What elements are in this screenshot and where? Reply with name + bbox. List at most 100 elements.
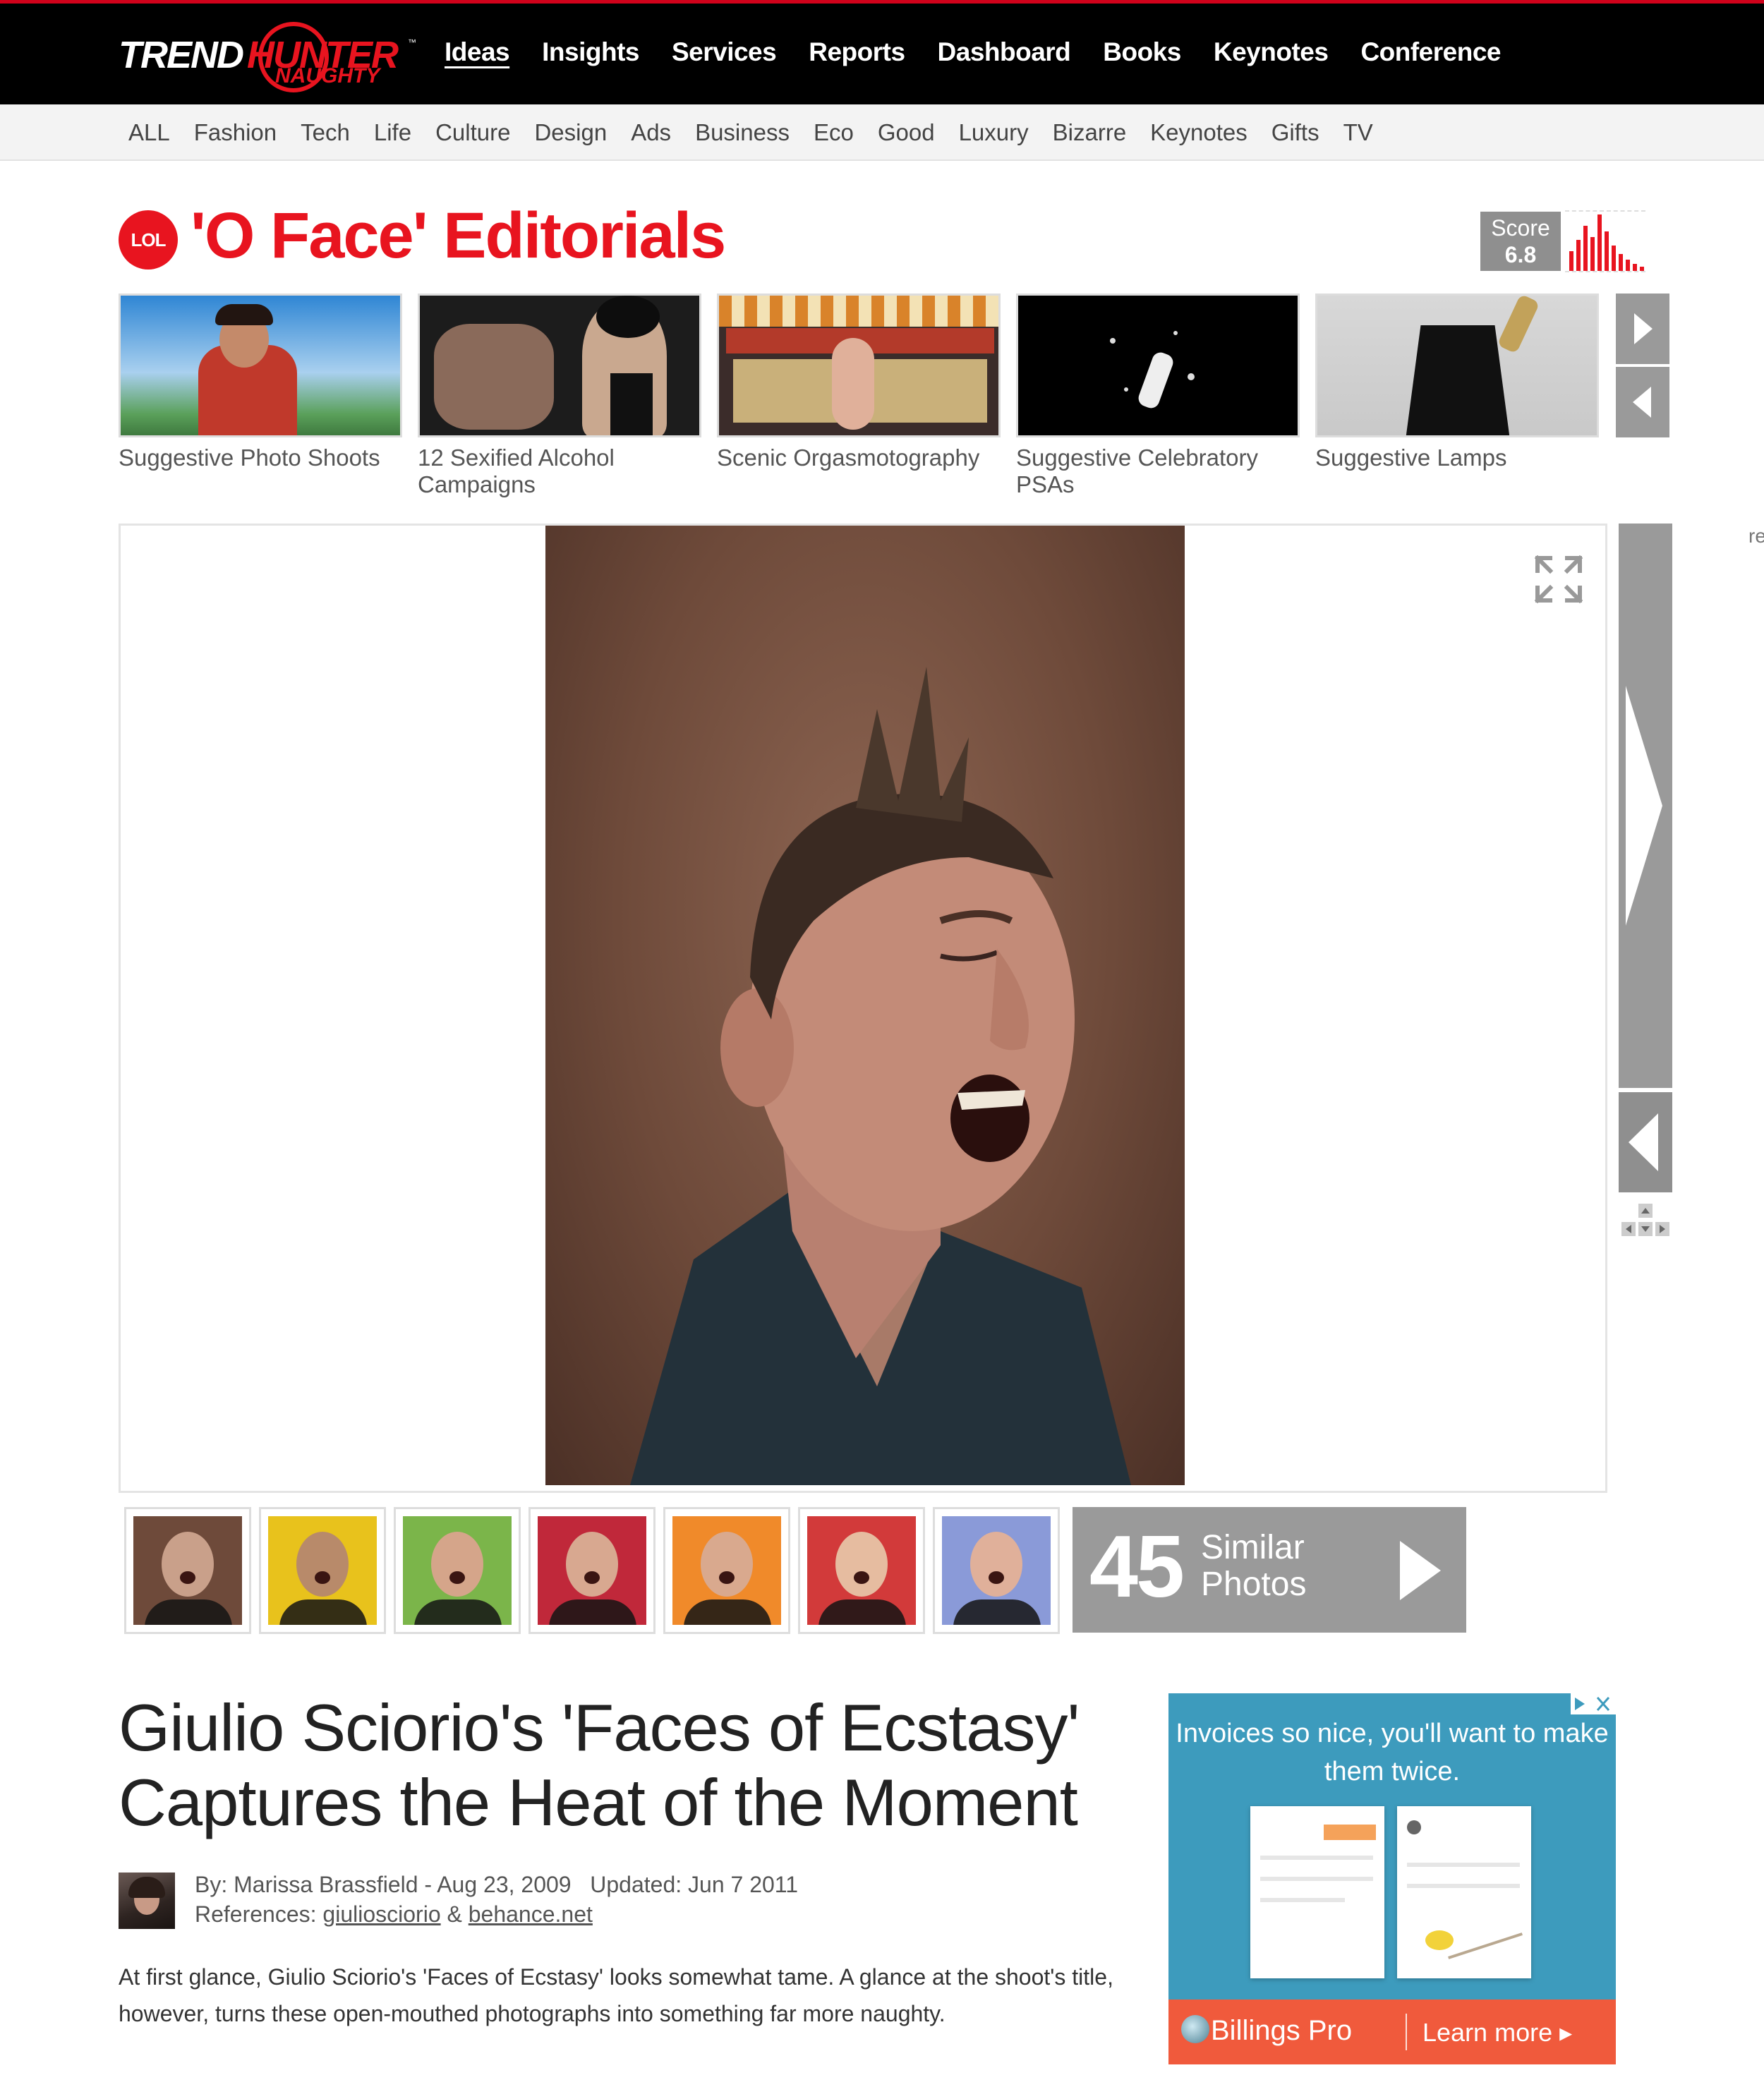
similar-photo-thumbnail[interactable] <box>798 1507 925 1634</box>
category-tv[interactable]: TV <box>1343 119 1373 146</box>
ad-learn-more-link[interactable]: Learn more ▸ <box>1422 2018 1572 2047</box>
main-photo[interactable] <box>545 526 1185 1485</box>
nav-ideas[interactable]: Ideas <box>445 37 510 67</box>
nav-reports[interactable]: Reports <box>809 37 905 67</box>
category-nav: ALL Fashion Tech Life Culture Design Ads… <box>128 104 1397 161</box>
category-all[interactable]: ALL <box>128 119 170 146</box>
score-histogram-bar <box>1576 240 1581 271</box>
logo-text-trend: TREND <box>119 34 244 76</box>
score-histogram-bar <box>1597 214 1602 271</box>
related-item[interactable]: Scenic Orgasmotography <box>717 294 1001 471</box>
score-histogram-bar <box>1633 264 1637 271</box>
related-thumbnail[interactable] <box>1016 294 1300 437</box>
category-life[interactable]: Life <box>374 119 411 146</box>
score-histogram-bar <box>1583 226 1588 271</box>
category-culture[interactable]: Culture <box>435 119 510 146</box>
main-nav: Ideas Insights Services Reports Dashboar… <box>445 4 1533 101</box>
clipped-edge-text: re <box>1748 525 1764 547</box>
category-business[interactable]: Business <box>695 119 790 146</box>
category-eco[interactable]: Eco <box>814 119 854 146</box>
related-thumbnail[interactable] <box>717 294 1001 437</box>
score-label: Score <box>1491 215 1550 241</box>
page-title: 'O Face' Editorials <box>191 200 726 272</box>
references-separator: & <box>447 1901 462 1927</box>
related-trends-strip: Suggestive Photo Shoots 12 Sexified Alco… <box>119 294 1607 498</box>
similar-photo-thumbnail[interactable] <box>663 1507 790 1634</box>
keyboard-arrows-icon <box>1621 1204 1669 1236</box>
next-photo-button[interactable] <box>1619 524 1672 1088</box>
next-arrow-icon <box>1626 686 1662 926</box>
author-avatar[interactable] <box>119 1873 175 1929</box>
ad-footer[interactable]: Billings Pro Learn more ▸ <box>1168 2000 1616 2064</box>
category-design[interactable]: Design <box>534 119 607 146</box>
similar-photo-thumbnail[interactable] <box>259 1507 386 1634</box>
related-item[interactable]: Suggestive Lamps <box>1315 294 1599 471</box>
similar-label-2: Photos <box>1201 1566 1307 1603</box>
reference-link-behance[interactable]: behance.net <box>469 1901 593 1927</box>
category-bizarre[interactable]: Bizarre <box>1053 119 1127 146</box>
related-item[interactable]: Suggestive Celebratory PSAs <box>1016 294 1300 498</box>
category-fashion[interactable]: Fashion <box>194 119 277 146</box>
score-histogram-bar <box>1569 251 1573 271</box>
related-label[interactable]: Scenic Orgasmotography <box>717 444 1001 471</box>
ad-invoice-image <box>1250 1806 1384 1978</box>
ad-invoice-image-2 <box>1397 1806 1531 1978</box>
related-label[interactable]: Suggestive Photo Shoots <box>119 444 402 471</box>
similar-count: 45 <box>1089 1518 1185 1616</box>
play-icon <box>1400 1541 1441 1600</box>
category-gifts[interactable]: Gifts <box>1271 119 1319 146</box>
related-thumbnail[interactable] <box>1315 294 1599 437</box>
score-histogram-bar <box>1640 267 1644 271</box>
related-thumbnail[interactable] <box>418 294 701 437</box>
lol-badge[interactable]: LOL <box>119 210 178 270</box>
trend-hunter-logo[interactable]: TREND HUNTER NAUGHTY ™ <box>119 19 416 92</box>
score-histogram-bar <box>1626 260 1630 271</box>
reference-link-giuliosciorio[interactable]: giuliosciorio <box>322 1901 440 1927</box>
nav-conference[interactable]: Conference <box>1360 37 1501 67</box>
related-item[interactable]: Suggestive Photo Shoots <box>119 294 402 471</box>
score-histogram-bar <box>1605 231 1609 271</box>
next-arrow-icon <box>1634 313 1653 344</box>
top-navigation-bar: TREND HUNTER NAUGHTY ™ Ideas Insights Se… <box>0 0 1764 104</box>
similar-photo-thumbnail[interactable] <box>124 1507 251 1634</box>
category-bar: ALL Fashion Tech Life Culture Design Ads… <box>0 104 1764 161</box>
ad-divider <box>1406 2014 1407 2050</box>
category-luxury[interactable]: Luxury <box>959 119 1029 146</box>
similar-photo-thumbnail[interactable] <box>933 1507 1060 1634</box>
ad-choices-icon[interactable] <box>1571 1693 1616 1714</box>
logo-trademark: ™ <box>408 37 416 47</box>
category-tech[interactable]: Tech <box>301 119 350 146</box>
score-histogram <box>1565 210 1645 272</box>
nav-services[interactable]: Services <box>672 37 777 67</box>
related-thumbnail[interactable] <box>119 294 402 437</box>
related-label[interactable]: 12 Sexified Alcohol Campaigns <box>418 444 701 498</box>
photo-viewer <box>119 524 1607 1493</box>
similar-photo-thumbnail[interactable] <box>394 1507 521 1634</box>
nav-insights[interactable]: Insights <box>542 37 639 67</box>
prev-arrow-icon <box>1629 1113 1658 1171</box>
similar-photos-button[interactable]: 45 Similar Photos <box>1073 1507 1466 1633</box>
expand-icon[interactable] <box>1533 554 1584 605</box>
byline-author-date: By: Marissa Brassfield - Aug 23, 2009 Up… <box>195 1872 799 1897</box>
related-label[interactable]: Suggestive Celebratory PSAs <box>1016 444 1300 498</box>
similar-label: Similar <box>1201 1529 1305 1566</box>
nav-books[interactable]: Books <box>1103 37 1181 67</box>
category-keynotes[interactable]: Keynotes <box>1150 119 1248 146</box>
references-label: References: <box>195 1901 317 1927</box>
score-histogram-bar <box>1619 254 1623 271</box>
related-next-button[interactable] <box>1616 294 1669 364</box>
main-photo-illustration <box>630 667 1131 1485</box>
related-prev-button[interactable] <box>1616 367 1669 437</box>
billings-pro-logo-icon <box>1181 2015 1209 2043</box>
related-item[interactable]: 12 Sexified Alcohol Campaigns <box>418 294 701 498</box>
nav-dashboard[interactable]: Dashboard <box>938 37 1071 67</box>
similar-photo-thumbnail[interactable] <box>528 1507 656 1634</box>
category-good[interactable]: Good <box>878 119 935 146</box>
category-ads[interactable]: Ads <box>631 119 671 146</box>
related-label[interactable]: Suggestive Lamps <box>1315 444 1599 471</box>
advertisement[interactable]: Invoices so nice, you'll want to make th… <box>1168 1693 1616 2064</box>
nav-keynotes[interactable]: Keynotes <box>1214 37 1329 67</box>
prev-photo-button[interactable] <box>1619 1092 1672 1192</box>
article-body: At first glance, Giulio Sciorio's 'Faces… <box>119 1964 1113 2026</box>
score-value: 6.8 <box>1504 242 1537 267</box>
